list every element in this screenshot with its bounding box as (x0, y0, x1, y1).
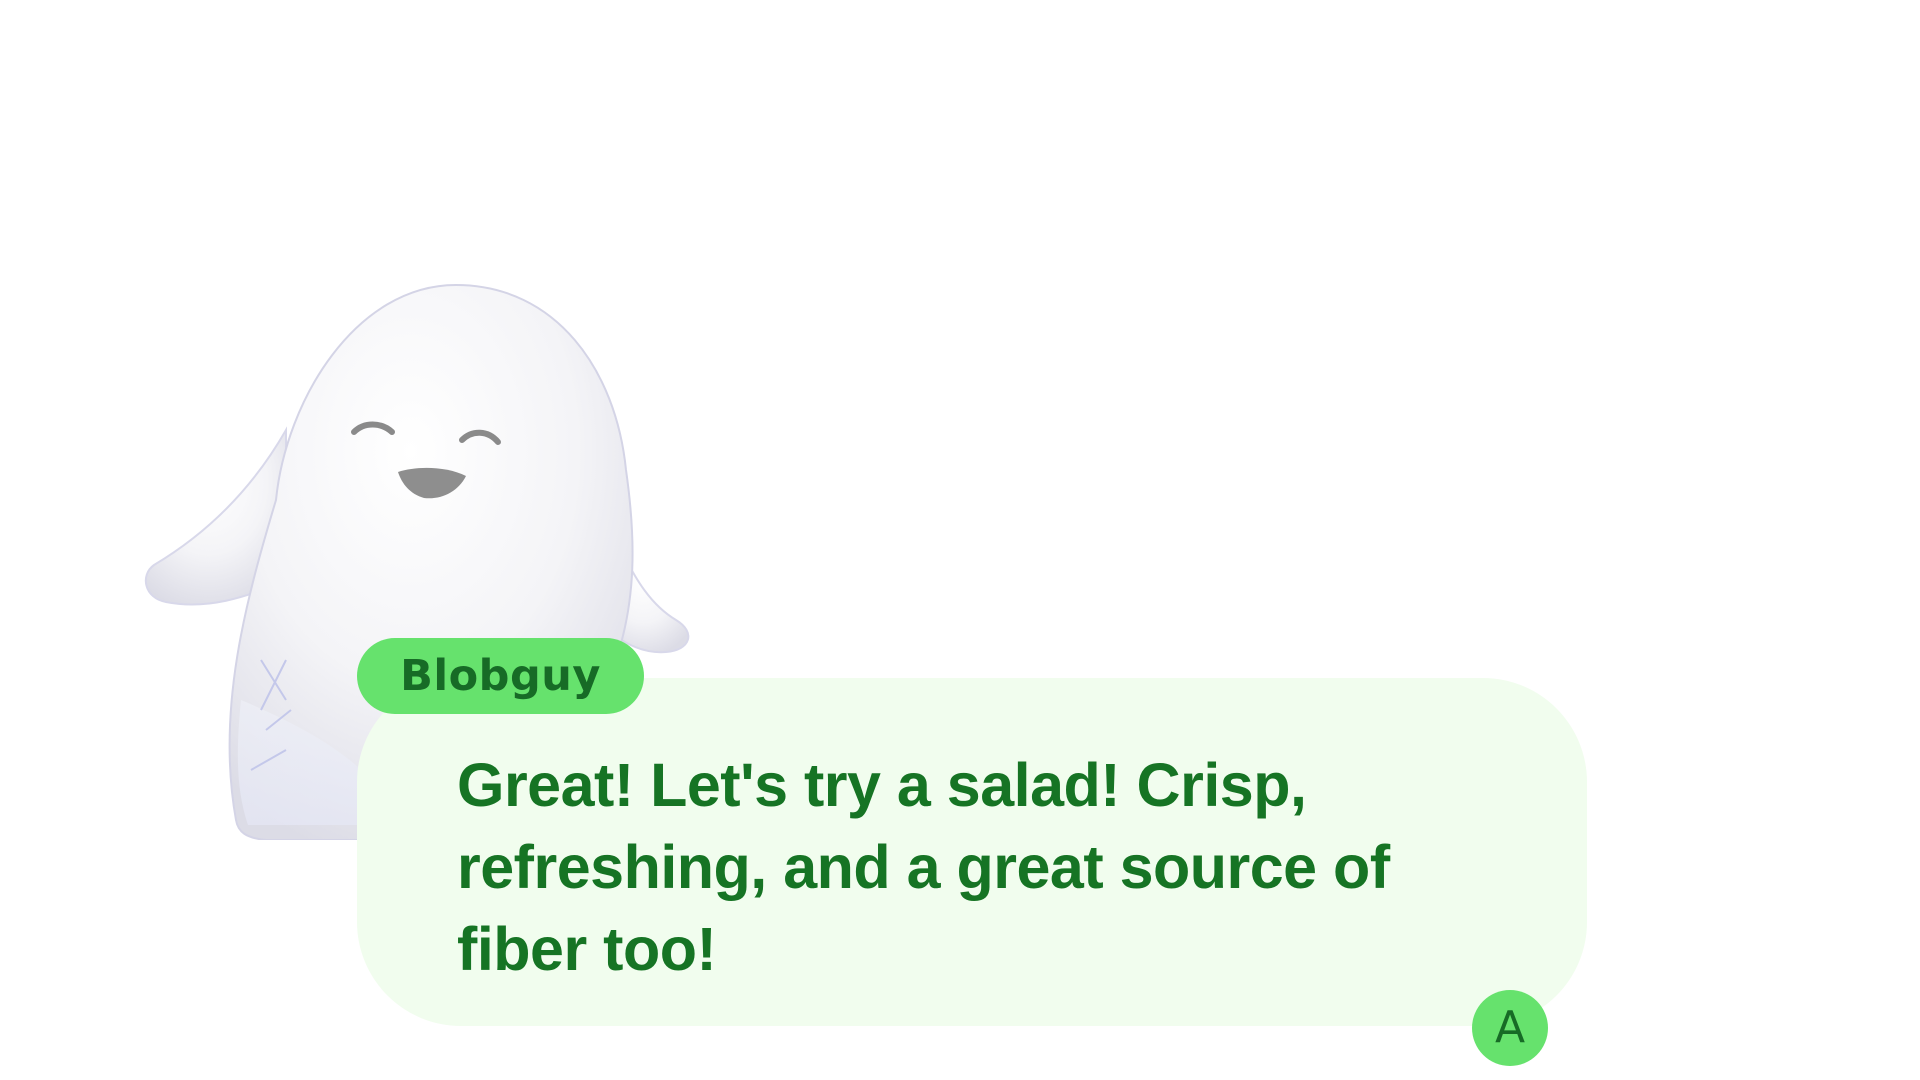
speaker-name: Blobguy (400, 651, 601, 701)
dialog-bubble: Great! Let's try a salad! Crisp, refresh… (357, 678, 1587, 1026)
advance-dialog-button[interactable]: A (1472, 990, 1548, 1066)
dialog-text: Great! Let's try a salad! Crisp, refresh… (457, 751, 1390, 983)
a-button-label: A (1494, 1002, 1526, 1053)
speaker-name-tag: Blobguy (357, 638, 644, 714)
dialog-scene: Great! Let's try a salad! Crisp, refresh… (0, 0, 1920, 1080)
